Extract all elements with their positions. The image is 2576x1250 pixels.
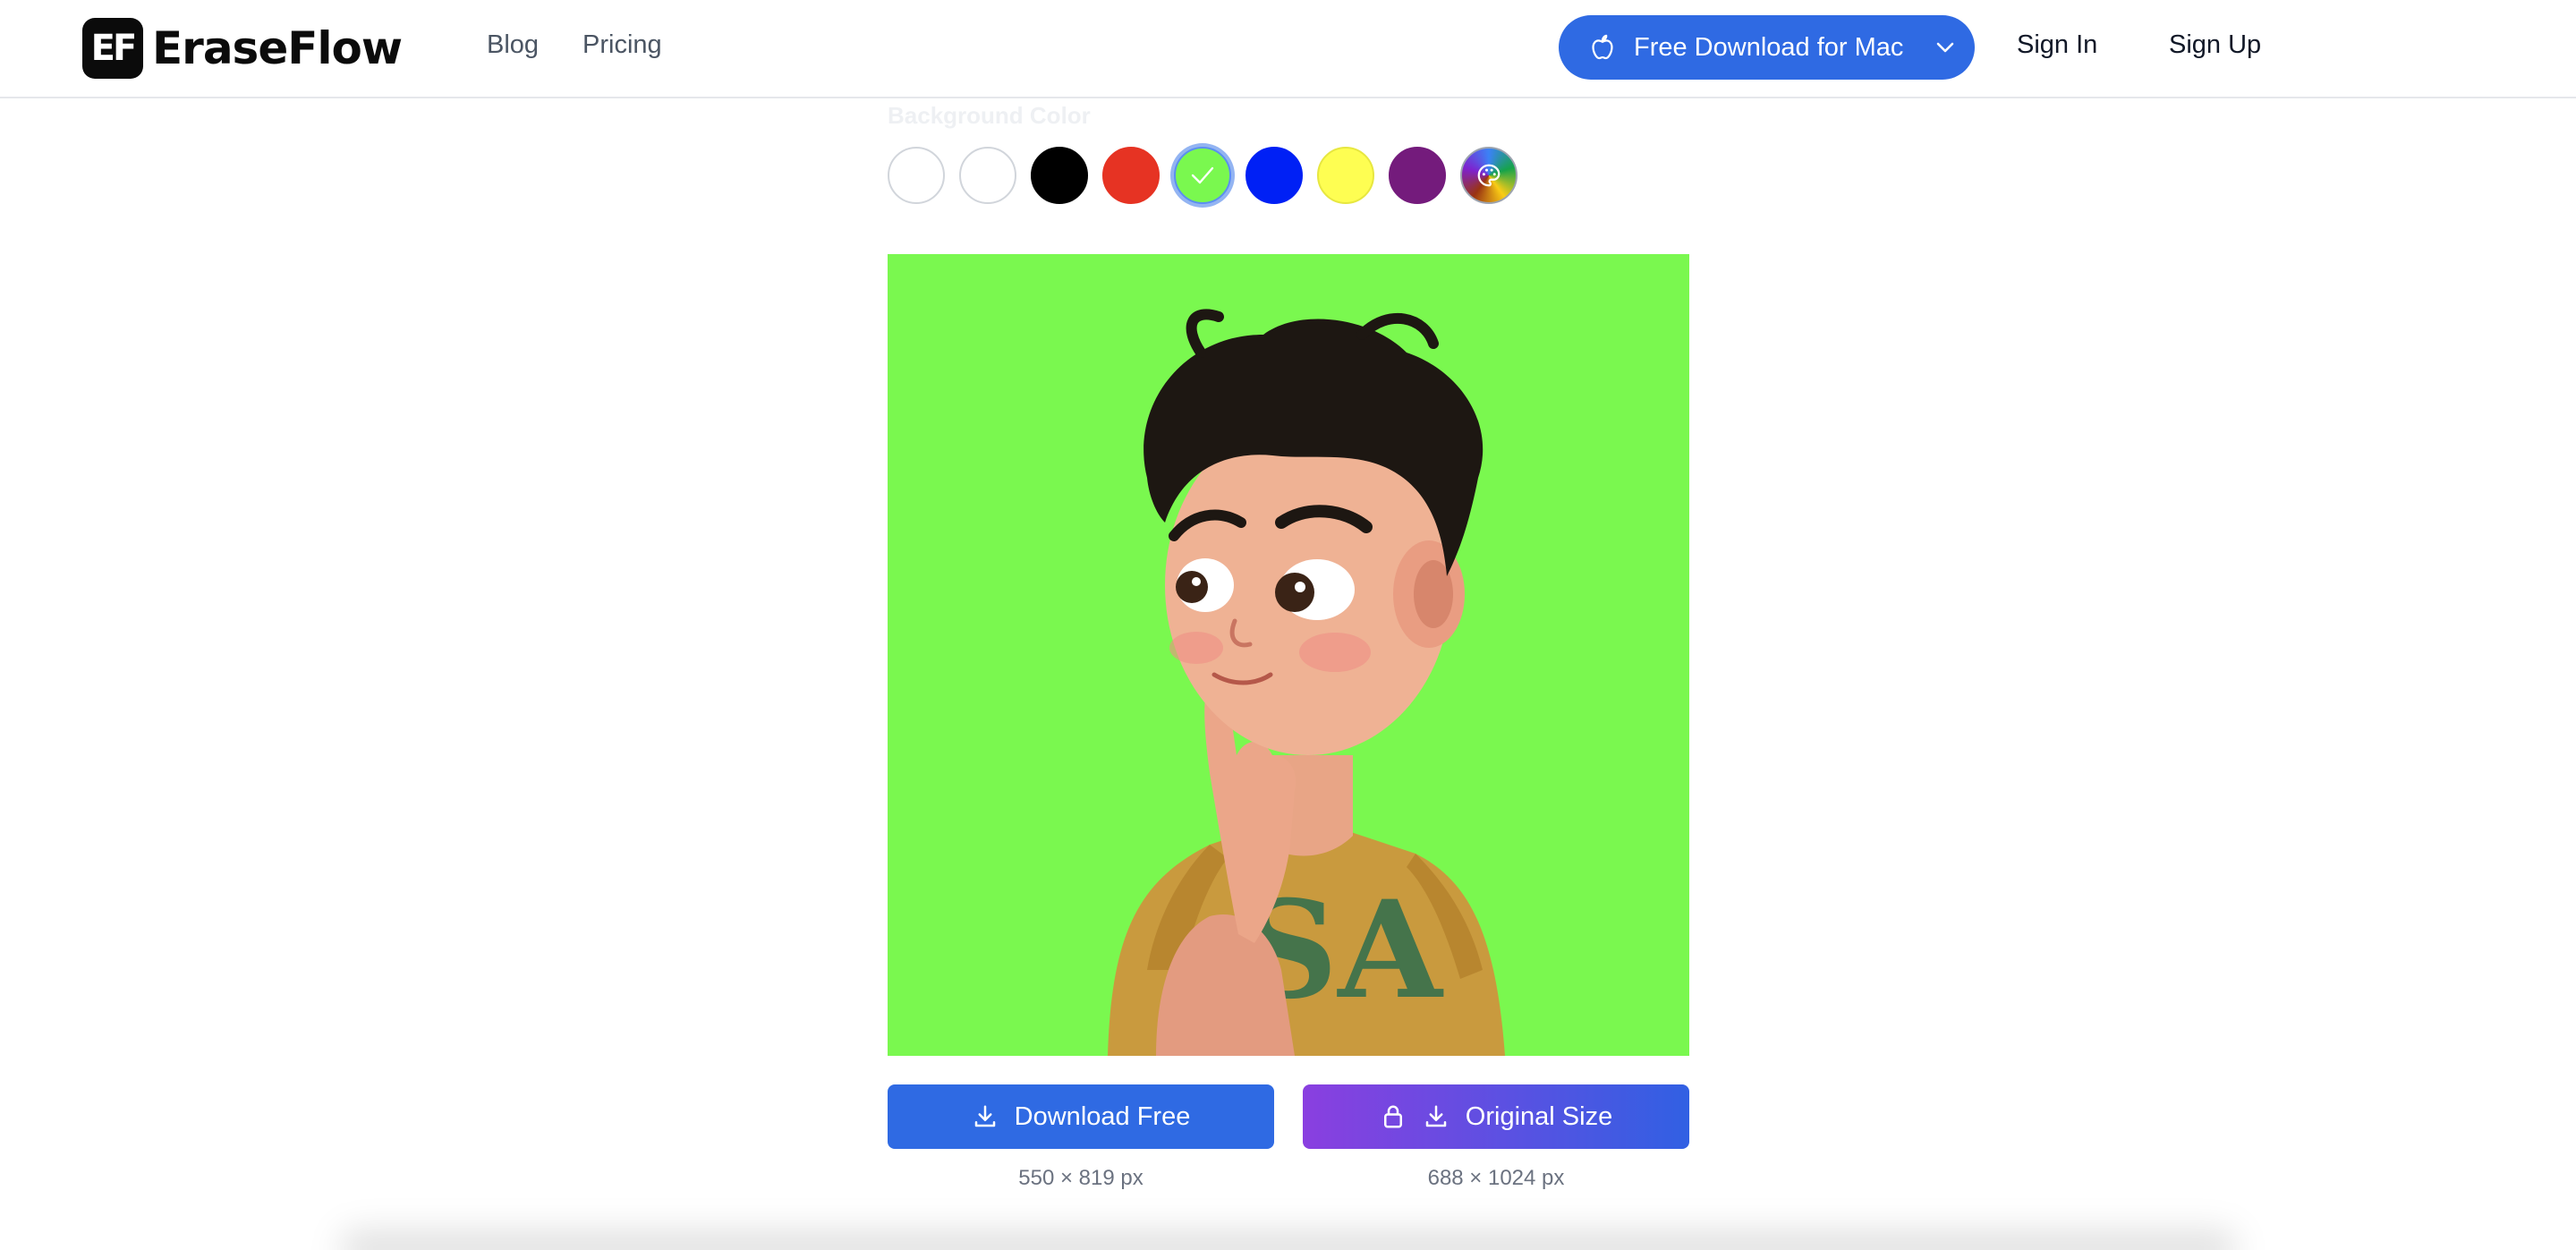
free-download-mac-label: Free Download for Mac [1634,32,1904,62]
download-free-button[interactable]: Download Free [888,1084,1274,1149]
nav-pricing[interactable]: Pricing [582,30,662,60]
swatch-blue[interactable] [1245,147,1303,204]
character-illustration: SA [888,254,1689,1056]
original-size-dims: 688 × 1024 px [1427,1166,1565,1190]
site-header: EF EraseFlow Blog Pricing Free Download … [0,0,2576,98]
nav-blog[interactable]: Blog [487,30,539,60]
logo-mark: EF [82,18,143,79]
palette-icon [1462,149,1516,202]
swatch-white[interactable] [959,147,1016,204]
chevron-down-icon [1937,42,1954,53]
download-free-label: Download Free [1014,1101,1191,1131]
swatch-black[interactable] [1031,147,1088,204]
swatch-purple[interactable] [1389,147,1446,204]
logo[interactable]: EF EraseFlow [82,18,403,79]
page-frame: EF EraseFlow Blog Pricing Free Download … [0,0,2576,1250]
original-size-button[interactable]: Original Size [1303,1084,1689,1149]
swatch-yellow[interactable] [1317,147,1374,204]
download-free-size: 550 × 819 px [1018,1166,1143,1190]
original-size-label: Original Size [1465,1101,1613,1131]
logo-text: EraseFlow [152,22,403,74]
swatch-red[interactable] [1102,147,1160,204]
sign-in-link[interactable]: Sign In [2017,30,2097,60]
apple-icon [1592,34,1613,60]
lock-icon [1383,1105,1402,1128]
bottom-panel-shadow [340,1230,2237,1250]
free-download-mac-button[interactable]: Free Download for Mac [1559,15,1975,80]
background-color-label: Background Color [888,102,1091,129]
swatch-green[interactable] [1174,147,1231,204]
swatch-custom[interactable] [1460,147,1518,204]
swatch-transparent[interactable] [888,147,945,204]
download-icon [974,1105,995,1127]
result-preview-image: SA [888,254,1689,1056]
check-icon [1176,149,1229,202]
download-icon [1425,1105,1447,1127]
sign-up-link[interactable]: Sign Up [2169,30,2261,60]
